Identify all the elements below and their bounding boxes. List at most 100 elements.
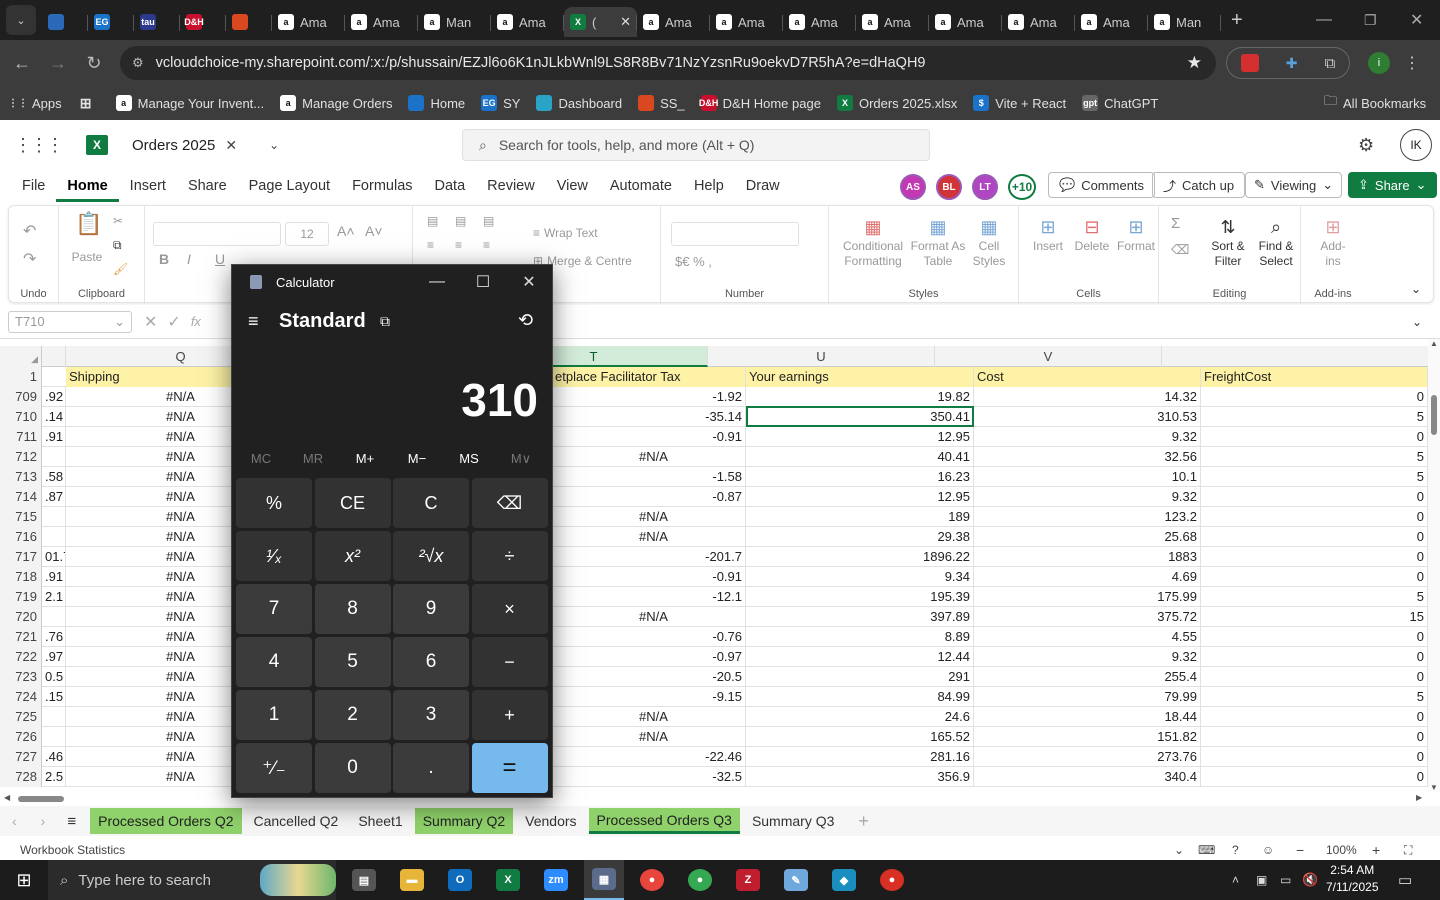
bookmark-item[interactable]: ⋮⋮ Apps <box>8 95 62 111</box>
cell-v[interactable]: 0 <box>1201 427 1428 447</box>
keyboard-icon[interactable]: ⌨ <box>1198 843 1215 857</box>
calc-minimize-icon[interactable]: — <box>414 265 460 299</box>
column-header[interactable] <box>42 346 66 367</box>
new-tab-button[interactable]: + <box>1231 9 1243 32</box>
browser-tab[interactable]: a Ama <box>1002 7 1075 37</box>
notifications-icon[interactable]: ▭ <box>1398 871 1412 889</box>
cell-v[interactable]: 0 <box>1201 647 1428 667</box>
collaborator-avatar[interactable]: LT <box>972 174 998 200</box>
cell-v[interactable]: 5 <box>1201 587 1428 607</box>
cell-t[interactable]: 84.99 <box>746 687 974 707</box>
cell-t[interactable]: 356.9 <box>746 767 974 787</box>
search-box[interactable]: ⌕ Search for tools, help, and more (Alt … <box>462 129 930 161</box>
sheet-tab[interactable]: Vendors <box>517 808 584 834</box>
window-restore-icon[interactable]: ❐ <box>1364 12 1377 29</box>
cut-icon[interactable]: ✂ <box>113 214 123 229</box>
cell-v[interactable]: 5 <box>1201 467 1428 487</box>
cell-s[interactable]: #N/A <box>562 707 746 727</box>
delete-cells-button[interactable]: ⊟ Delete <box>1071 218 1113 254</box>
taskbar-excel-icon[interactable]: X <box>488 860 528 900</box>
cell-t[interactable]: 16.23 <box>746 467 974 487</box>
cell-v[interactable]: 0 <box>1201 667 1428 687</box>
row-number[interactable]: 728 <box>0 767 42 787</box>
calc-key-divide[interactable]: ÷ <box>471 531 548 581</box>
cell-o[interactable]: 2.1 <box>42 587 66 607</box>
cell-u[interactable]: 1883 <box>974 547 1201 567</box>
calc-key-square[interactable]: x² <box>314 531 391 581</box>
calc-key-four[interactable]: 4 <box>236 637 312 687</box>
row-number[interactable]: 722 <box>0 647 42 667</box>
taskbar-chrome-icon[interactable]: ● <box>632 860 672 900</box>
scroll-down-icon[interactable]: ▼ <box>1428 783 1440 792</box>
cell-o[interactable] <box>42 507 66 527</box>
network-icon[interactable]: ▭ <box>1280 873 1291 887</box>
copy-icon[interactable]: ⧉ <box>113 238 122 253</box>
cell-o[interactable]: .46 <box>42 747 66 767</box>
cell-o[interactable]: .91 <box>42 427 66 447</box>
fullscreen-icon[interactable]: ⛶ <box>1404 843 1412 858</box>
italic-icon[interactable]: I <box>187 252 191 267</box>
cell-u[interactable]: 9.32 <box>974 427 1201 447</box>
calc-key-multiply[interactable]: × <box>471 584 548 634</box>
autosum-icon[interactable]: Σ <box>1171 216 1180 231</box>
cell-s[interactable]: -20.5 <box>562 667 746 687</box>
format-painter-icon[interactable]: 🖌 <box>113 262 128 277</box>
calc-key-three[interactable]: 3 <box>393 690 469 740</box>
wrap-text-button[interactable]: ≡ Wrap Text <box>533 226 598 241</box>
sheet-tab[interactable]: Summary Q3 <box>744 808 842 834</box>
calc-key-plus[interactable]: + <box>471 690 548 740</box>
menu-tab-insert[interactable]: Insert <box>119 170 177 202</box>
cell-o[interactable]: 0.5 <box>42 667 66 687</box>
cell-u[interactable]: 175.99 <box>974 587 1201 607</box>
taskbar-file-explorer-icon[interactable]: ▬ <box>392 860 432 900</box>
help-icon[interactable]: ? <box>1232 843 1239 857</box>
menu-tab-file[interactable]: File <box>11 170 56 202</box>
cell-v[interactable]: 5 <box>1201 407 1428 427</box>
cell-t[interactable]: 19.82 <box>746 387 974 407</box>
taskbar-search[interactable]: ⌕ Type here to search <box>48 860 336 900</box>
menu-tab-home[interactable]: Home <box>56 170 119 202</box>
cell-t[interactable]: 189 <box>746 507 974 527</box>
row-number[interactable]: 726 <box>0 727 42 747</box>
cell-u[interactable]: 255.4 <box>974 667 1201 687</box>
browser-tab[interactable]: a Ama <box>491 7 564 37</box>
row-number[interactable]: 727 <box>0 747 42 767</box>
sheet-tab[interactable]: Processed Orders Q2 <box>90 808 242 834</box>
menu-tab-automate[interactable]: Automate <box>599 170 683 202</box>
sheet-tab[interactable]: Processed Orders Q3 <box>588 808 740 834</box>
url-field[interactable]: ⚙ vcloudchoice-my.sharepoint.com/:x:/p/s… <box>120 46 1216 80</box>
user-avatar[interactable]: IK <box>1400 129 1432 161</box>
start-icon[interactable]: ⊞ <box>0 860 48 900</box>
expand-formula-icon[interactable]: ⌄ <box>1412 315 1422 329</box>
taskbar-zoom-icon[interactable]: zm <box>536 860 576 900</box>
all-bookmarks[interactable]: 🗀 All Bookmarks <box>1324 92 1426 114</box>
cell-s[interactable]: -0.91 <box>562 567 746 587</box>
calc-key-seven[interactable]: 7 <box>236 584 312 634</box>
cell-o[interactable]: 01.7 <box>42 547 66 567</box>
title-dropdown-icon[interactable]: ⌄ <box>269 138 279 152</box>
window-minimize-icon[interactable]: — <box>1316 11 1332 29</box>
cell-u[interactable]: 32.56 <box>974 447 1201 467</box>
scroll-left-icon[interactable]: ◀ <box>4 793 10 802</box>
cell-s[interactable]: -1.58 <box>562 467 746 487</box>
browser-tab[interactable]: tau <box>134 7 180 37</box>
browser-tab[interactable]: a Ama <box>783 7 856 37</box>
cell-o[interactable] <box>42 707 66 727</box>
bookmark-item[interactable]: X Orders 2025.xlsx <box>836 95 957 111</box>
menu-tab-page-layout[interactable]: Page Layout <box>238 170 341 202</box>
browser-tab[interactable]: a Ama <box>856 7 929 37</box>
cell-v[interactable]: 0 <box>1201 747 1428 767</box>
excel-logo-icon[interactable]: X <box>86 135 108 155</box>
calc-key-five[interactable]: 5 <box>314 637 391 687</box>
bookmark-item[interactable]: EG SY <box>481 95 520 111</box>
cell-u[interactable]: 25.68 <box>974 527 1201 547</box>
header-cell[interactable]: etplace Facilitator Tax <box>552 367 746 387</box>
browser-tab[interactable]: a Ama <box>345 7 418 37</box>
zoom-level[interactable]: 100% <box>1326 843 1357 857</box>
cell-t[interactable]: 12.95 <box>746 487 974 507</box>
underline-icon[interactable]: U <box>215 252 225 267</box>
window-close-icon[interactable]: ✕ <box>1410 10 1423 30</box>
cell-s[interactable]: -32.5 <box>562 767 746 787</box>
puzzle-extension-icon[interactable]: ⧉ <box>1325 55 1336 72</box>
conditional-formatting-button[interactable]: ▦ Conditional Formatting <box>841 218 905 269</box>
